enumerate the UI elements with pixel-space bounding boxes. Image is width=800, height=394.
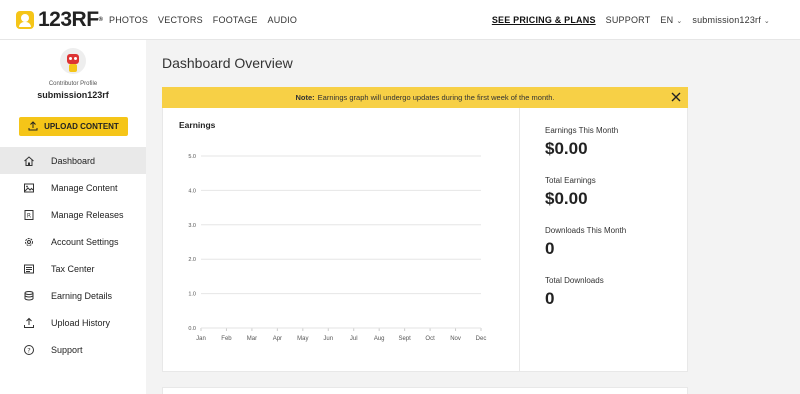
profile-label: Contributor Profile xyxy=(48,81,98,87)
x-tick-label: Feb xyxy=(221,336,232,342)
y-tick-label: 2.0 xyxy=(188,257,196,263)
x-tick-label: Mar xyxy=(247,336,257,342)
x-tick-label: Oct xyxy=(425,336,435,342)
sidebar-item-label: Manage Content xyxy=(51,182,118,193)
secondary-card xyxy=(162,387,688,394)
home-icon xyxy=(23,155,35,167)
stat-label-total-earnings: Total Earnings xyxy=(545,176,596,185)
sidebar-item-manage-content[interactable]: Manage Content xyxy=(0,174,146,201)
logo-icon xyxy=(16,11,34,29)
notice-text: Earnings graph will undergo updates duri… xyxy=(317,93,555,102)
y-tick-label: 1.0 xyxy=(188,292,196,298)
x-tick-label: Nov xyxy=(450,336,461,342)
divider xyxy=(519,108,520,372)
y-tick-label: 0.0 xyxy=(188,326,196,332)
earnings-card: Earnings 0.0 1.0 2.0 3.0 4.0 5.0 Jan Feb Mar Apr M… xyxy=(162,108,688,372)
sidebar-item-upload-history[interactable]: Upload History xyxy=(0,309,146,336)
sidebar: Contributor Profile submission123rf UPLO… xyxy=(0,40,146,394)
notice-bold: Note: xyxy=(295,93,315,102)
sidebar-item-label: Manage Releases xyxy=(51,209,124,220)
robot-icon xyxy=(67,54,79,64)
stat-label-downloads-month: Downloads This Month xyxy=(545,226,627,235)
logo[interactable]: 123RF® xyxy=(16,8,103,31)
pricing-link[interactable]: SEE PRICING & PLANS xyxy=(492,15,596,25)
x-tick-label: May xyxy=(297,336,308,342)
sidebar-item-support[interactable]: ? Support xyxy=(0,336,146,363)
y-tick-label: 4.0 xyxy=(188,188,196,194)
stat-value-earnings-month: $0.00 xyxy=(545,139,588,158)
sidebar-item-label: Upload History xyxy=(51,317,111,328)
chevron-down-icon: ⌄ xyxy=(763,18,770,25)
top-navbar: 123RF® PHOTOS VECTORS FOOTAGE AUDIO SEE … xyxy=(0,0,800,40)
nav-right: SEE PRICING & PLANS SUPPORT EN ⌄ submissi… xyxy=(492,0,770,40)
help-icon: ? xyxy=(23,344,35,356)
logo-text: 123RF xyxy=(38,8,99,31)
nav-left: PHOTOS VECTORS FOOTAGE AUDIO xyxy=(109,0,297,40)
sidebar-item-label: Support xyxy=(51,344,83,355)
y-tick-label: 3.0 xyxy=(188,223,196,229)
stat-label-total-downloads: Total Downloads xyxy=(545,276,604,285)
upload-icon xyxy=(23,317,35,329)
x-tick-label: Aug xyxy=(374,336,385,342)
svg-text:?: ? xyxy=(27,346,30,354)
coins-icon xyxy=(23,290,35,302)
account-dropdown[interactable]: submission123rf ⌄ xyxy=(692,15,770,25)
sidebar-item-label: Tax Center xyxy=(51,263,95,274)
image-icon xyxy=(23,182,35,194)
y-tick-label: 5.0 xyxy=(188,154,196,160)
x-tick-label: Jul xyxy=(350,336,358,342)
sidebar-item-label: Dashboard xyxy=(51,155,96,166)
close-icon[interactable] xyxy=(670,91,682,103)
nav-footage[interactable]: FOOTAGE xyxy=(213,15,258,25)
x-tick-label: Apr xyxy=(273,336,282,342)
page-title: Dashboard Overview xyxy=(162,55,293,71)
upload-content-button[interactable]: UPLOAD CONTENT xyxy=(19,117,128,136)
earnings-title: Earnings xyxy=(179,120,216,130)
x-tick-label: Jan xyxy=(196,336,206,342)
gear-icon xyxy=(23,236,35,248)
support-link[interactable]: SUPPORT xyxy=(606,15,651,25)
logo-mark: ® xyxy=(98,17,103,23)
tax-icon xyxy=(23,263,35,275)
sidebar-item-manage-releases[interactable]: R Manage Releases xyxy=(0,201,146,228)
account-label: submission123rf xyxy=(692,15,761,25)
stat-value-downloads-month: 0 xyxy=(545,239,555,258)
sidebar-item-label: Account Settings xyxy=(51,236,119,247)
nav-vectors[interactable]: VECTORS xyxy=(158,15,203,25)
x-tick-label: Sept xyxy=(398,336,411,342)
sidebar-menu: Dashboard Manage Content R Manage Releas… xyxy=(0,147,146,363)
upload-content-label: UPLOAD CONTENT xyxy=(44,122,119,131)
profile-name: submission123rf xyxy=(37,90,109,100)
language-label: EN xyxy=(660,15,674,25)
sidebar-item-account-settings[interactable]: Account Settings xyxy=(0,228,146,255)
stat-value-total-downloads: 0 xyxy=(545,289,555,308)
sidebar-item-label: Earning Details xyxy=(51,290,113,301)
sidebar-item-tax-center[interactable]: Tax Center xyxy=(0,255,146,282)
svg-text:R: R xyxy=(27,212,31,219)
x-tick-label: Dec xyxy=(476,336,487,342)
release-icon: R xyxy=(23,209,35,221)
notice-banner: Note: Earnings graph will undergo update… xyxy=(162,87,688,108)
stat-value-total-earnings: $0.00 xyxy=(545,189,588,208)
language-dropdown[interactable]: EN ⌄ xyxy=(660,15,682,25)
sidebar-item-earning-details[interactable]: Earning Details xyxy=(0,282,146,309)
earnings-chart: 0.0 1.0 2.0 3.0 4.0 5.0 Jan Feb Mar Apr May Jun Jul A… xyxy=(188,154,487,342)
sidebar-item-dashboard[interactable]: Dashboard xyxy=(0,147,146,174)
stat-label-earnings-month: Earnings This Month xyxy=(545,126,619,135)
chevron-down-icon: ⌄ xyxy=(676,18,683,25)
nav-photos[interactable]: PHOTOS xyxy=(109,15,148,25)
x-tick-label: Jun xyxy=(323,336,333,342)
upload-icon xyxy=(28,118,38,136)
nav-audio[interactable]: AUDIO xyxy=(268,15,298,25)
avatar[interactable] xyxy=(60,48,86,74)
